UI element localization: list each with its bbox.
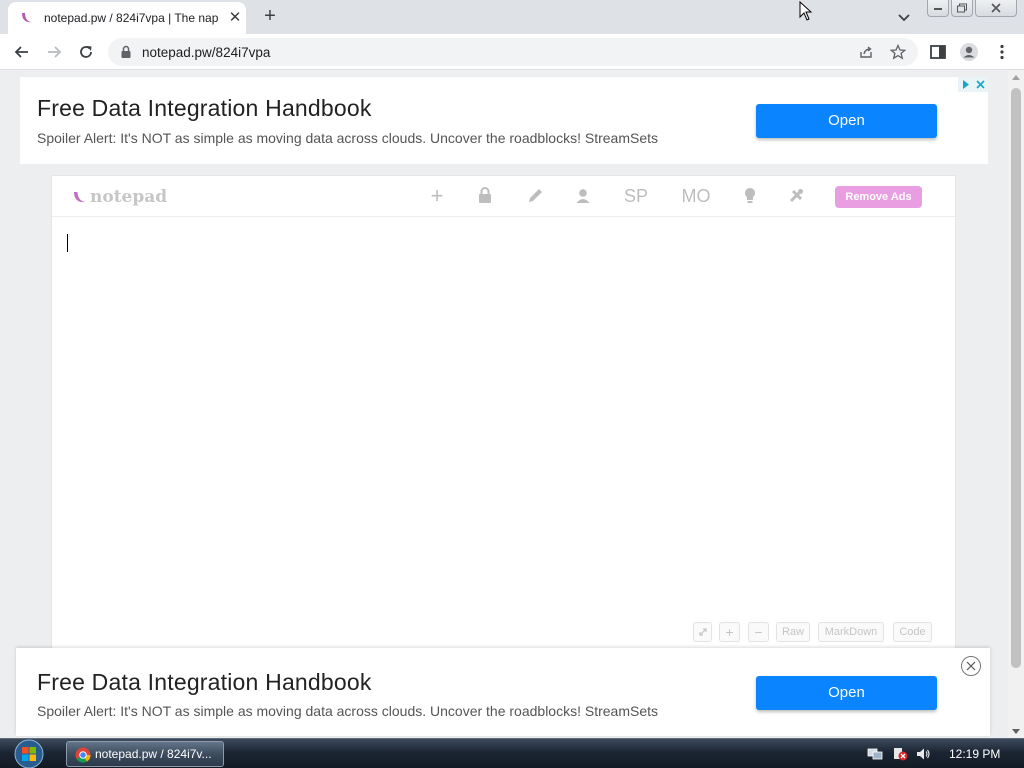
scroll-down-icon[interactable] [1012, 729, 1020, 734]
address-bar[interactable]: notepad.pw/824i7vpa [108, 38, 918, 66]
user-icon[interactable] [575, 185, 591, 207]
tab-close-icon[interactable]: ✕ [225, 8, 245, 28]
font-increase-button[interactable]: + [719, 622, 740, 642]
page-viewport: Free Data Integration Handbook Spoiler A… [0, 71, 1008, 738]
ad-open-button[interactable]: Open [756, 676, 937, 710]
chrome-icon [75, 747, 91, 763]
tab-title: notepad.pw / 824i7vpa | The nap [44, 11, 219, 25]
tab-search-chevron-icon[interactable] [896, 9, 912, 25]
top-ad-banner[interactable]: Free Data Integration Handbook Spoiler A… [20, 77, 988, 164]
font-decrease-button[interactable]: − [748, 622, 769, 642]
pencil-icon[interactable] [526, 185, 544, 207]
tab-strip: notepad.pw / 824i7vpa | The nap ✕ + [0, 0, 1024, 34]
ad-title: Free Data Integration Handbook [37, 669, 372, 695]
expand-button[interactable] [693, 622, 712, 642]
notepad-app: notepad + SP MO Remove Ads + − Raw MarkD… [51, 175, 956, 655]
adchoices-badge[interactable] [958, 77, 988, 92]
scrollbar-thumb[interactable] [1011, 88, 1021, 668]
notepad-favicon-icon [22, 13, 32, 23]
code-mode-button[interactable]: Code [893, 622, 932, 642]
mouse-cursor-icon [799, 1, 813, 21]
notepad-toolbar: notepad + SP MO Remove Ads [52, 176, 955, 217]
ad-description: Spoiler Alert: It's NOT as simple as mov… [37, 703, 659, 719]
restore-button[interactable] [951, 0, 973, 17]
start-orb-icon[interactable] [10, 739, 48, 768]
system-clock[interactable]: 12:19 PM [949, 747, 1000, 761]
new-tab-button[interactable]: + [258, 4, 282, 28]
tools-icon[interactable] [788, 185, 806, 207]
remove-ads-button[interactable]: Remove Ads [835, 186, 922, 208]
windows-taskbar: notepad.pw / 824i7v... 12:19 PM [0, 738, 1024, 768]
action-center-warning-icon[interactable] [892, 747, 908, 761]
reload-icon[interactable] [76, 42, 96, 62]
volume-icon[interactable] [915, 747, 931, 761]
lock-note-icon[interactable] [477, 185, 493, 207]
bookmark-star-icon[interactable] [890, 44, 906, 60]
lightbulb-icon[interactable] [743, 185, 757, 207]
ad-title: Free Data Integration Handbook [37, 95, 372, 121]
notepad-logo[interactable]: notepad [72, 186, 167, 208]
kebab-menu-icon[interactable] [992, 42, 1012, 62]
network-icon[interactable] [867, 747, 883, 761]
side-panel-icon[interactable] [928, 42, 948, 62]
bottom-ad-banner[interactable]: Free Data Integration Handbook Spoiler A… [16, 648, 990, 736]
markdown-mode-button[interactable]: MarkDown [818, 622, 884, 642]
expand-icon [698, 628, 707, 636]
profile-avatar-icon[interactable] [959, 42, 979, 62]
browser-tab[interactable]: notepad.pw / 824i7vpa | The nap ✕ [8, 2, 246, 34]
close-window-button[interactable] [975, 0, 1017, 17]
notepad-leaf-icon [74, 192, 86, 203]
note-editor[interactable] [52, 218, 955, 654]
url-text: notepad.pw/824i7vpa [142, 45, 271, 60]
share-icon[interactable] [858, 44, 874, 60]
notepad-logo-text: notepad [90, 187, 168, 207]
raw-mode-button[interactable]: Raw [776, 622, 810, 642]
taskbar-chrome-item[interactable]: notepad.pw / 824i7v... [66, 741, 224, 767]
adchoices-icon [963, 80, 985, 89]
ad-open-button[interactable]: Open [756, 104, 937, 138]
mo-button[interactable]: MO [679, 185, 713, 207]
minimize-button[interactable] [927, 0, 949, 17]
browser-toolbar: notepad.pw/824i7vpa [0, 34, 1024, 70]
ad-description: Spoiler Alert: It's NOT as simple as mov… [37, 130, 659, 146]
lock-icon[interactable] [120, 45, 132, 59]
taskbar-item-label: notepad.pw / 824i7v... [95, 747, 212, 761]
page-scrollbar[interactable] [1008, 71, 1024, 738]
new-note-button[interactable]: + [427, 185, 447, 207]
scroll-up-icon[interactable] [1012, 75, 1020, 80]
window-controls [927, 0, 1019, 18]
forward-arrow-icon[interactable] [44, 42, 64, 62]
close-ad-icon[interactable] [960, 655, 982, 677]
sp-button[interactable]: SP [621, 185, 651, 207]
text-caret [67, 234, 68, 252]
back-arrow-icon[interactable] [12, 42, 32, 62]
